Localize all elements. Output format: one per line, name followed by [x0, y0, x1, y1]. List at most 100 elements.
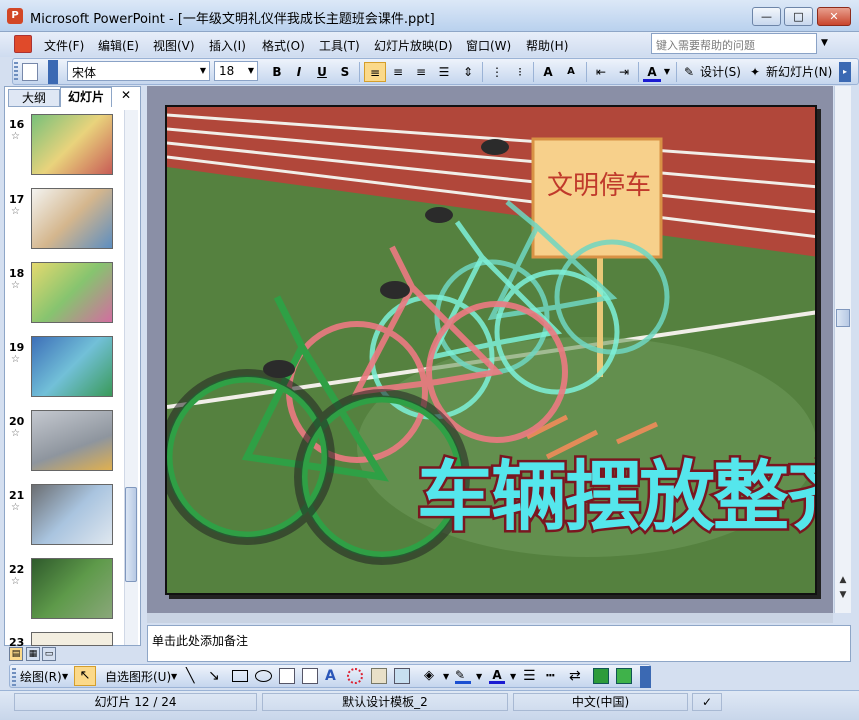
line-style-icon[interactable]: ☰ [523, 668, 539, 684]
menu-file[interactable]: 文件(F) [44, 37, 84, 54]
star-icon: ☆ [11, 502, 20, 513]
chevron-down-icon[interactable]: ▼ [62, 672, 68, 681]
chevron-down-icon[interactable]: ▼ [443, 672, 449, 681]
menu-tools[interactable]: 工具(T) [319, 37, 360, 54]
font-color-icon[interactable]: A [489, 668, 505, 684]
spelling-check-icon[interactable]: ✓ [692, 693, 722, 711]
slide-scrollbar[interactable] [834, 86, 851, 613]
increase-indent-icon[interactable]: ⇥ [614, 62, 634, 82]
oval-icon[interactable] [255, 670, 272, 682]
scrollbar-thumb[interactable] [125, 487, 137, 582]
close-icon[interactable]: ✕ [121, 88, 131, 102]
language-status: 中文(中国) [513, 693, 688, 711]
menu-edit[interactable]: 编辑(E) [98, 37, 139, 54]
insert-picture-icon[interactable] [394, 668, 410, 684]
tab-slides[interactable]: 幻灯片 [60, 87, 112, 107]
line-spacing-button[interactable]: ⇕ [458, 62, 478, 82]
select-pointer-icon[interactable]: ↖ [74, 666, 96, 686]
notes-field[interactable]: 单击此处添加备注 [147, 625, 851, 662]
close-button[interactable]: ✕ [817, 7, 851, 26]
toolbar-grip[interactable] [12, 668, 16, 686]
text-box-icon[interactable] [279, 668, 295, 684]
decrease-indent-icon[interactable]: ⇤ [591, 62, 611, 82]
toolbar-options-icon[interactable] [640, 666, 651, 688]
menu-window[interactable]: 窗口(W) [466, 37, 511, 54]
document-icon[interactable] [14, 35, 32, 53]
previous-slide-icon[interactable]: ▲ [836, 574, 850, 586]
clip-art-icon[interactable] [371, 668, 387, 684]
slide-thumbnail[interactable] [31, 114, 113, 175]
rectangle-icon[interactable] [232, 670, 248, 682]
autoshapes-button[interactable]: 自选图形(U) [105, 668, 171, 685]
chevron-down-icon[interactable]: ▼ [662, 62, 672, 82]
draw-menu-button[interactable]: 绘图(R) [20, 668, 62, 685]
chevron-down-icon[interactable]: ▼ [248, 66, 254, 75]
menu-view[interactable]: 视图(V) [153, 37, 195, 54]
italic-button[interactable]: I [290, 62, 308, 82]
toolbar-grip[interactable] [14, 62, 18, 80]
slide-thumbnail[interactable] [31, 410, 113, 471]
star-icon: ☆ [11, 576, 20, 587]
grow-font-button[interactable]: A [538, 62, 558, 82]
horizontal-scrollbar[interactable] [147, 613, 833, 623]
arrow-icon[interactable]: ↘ [208, 668, 224, 684]
slide-sorter-icon[interactable]: ▦ [26, 647, 40, 661]
vertical-text-box-icon[interactable] [302, 668, 318, 684]
slide-thumbnail[interactable] [31, 262, 113, 323]
shadow-button[interactable]: S [336, 62, 354, 82]
new-slide-button[interactable]: 新幻灯片(N) [766, 62, 836, 82]
distribute-button[interactable]: ☰ [434, 62, 454, 82]
font-color-button[interactable]: A [643, 62, 661, 82]
scrollbar-thumb[interactable] [836, 309, 850, 327]
bullets-icon[interactable]: ⁝ [510, 62, 530, 82]
slideshow-icon[interactable]: ▭ [42, 647, 56, 661]
toolbar-separator [586, 62, 587, 82]
menu-insert[interactable]: 插入(I) [209, 37, 246, 54]
font-size-select[interactable]: 18 ▼ [214, 61, 258, 81]
3d-style-icon[interactable] [616, 668, 632, 684]
toolbar-options-icon[interactable] [48, 60, 58, 84]
slide-thumbnail[interactable] [31, 484, 113, 545]
chevron-down-icon[interactable]: ▼ [476, 672, 482, 681]
align-center-button[interactable]: ≡ [388, 62, 408, 82]
menu-slideshow[interactable]: 幻灯片放映(D) [374, 37, 453, 54]
underline-button[interactable]: U [313, 62, 331, 82]
numbering-icon[interactable]: ⋮ [487, 62, 507, 82]
chevron-down-icon[interactable]: ▼ [817, 33, 832, 54]
shrink-font-button[interactable]: A [561, 62, 581, 82]
slide-thumbnail[interactable] [31, 558, 113, 619]
help-search-input[interactable]: 键入需要帮助的问题 [651, 33, 817, 54]
chevron-down-icon[interactable]: ▼ [200, 66, 206, 75]
next-slide-icon[interactable]: ▼ [836, 589, 850, 601]
arrow-style-icon[interactable]: ⇄ [569, 668, 585, 684]
bold-button[interactable]: B [268, 62, 286, 82]
slide-number: 21 [9, 489, 25, 502]
line-icon[interactable]: ╲ [186, 668, 202, 684]
wordart-icon[interactable]: A [325, 668, 341, 684]
shadow-style-icon[interactable] [593, 668, 609, 684]
tab-outline[interactable]: 大纲 [8, 89, 60, 107]
line-color-icon[interactable]: ✎ [455, 668, 471, 684]
design-button[interactable]: 设计(S) [700, 62, 744, 82]
minimize-button[interactable]: — [752, 7, 781, 26]
align-right-button[interactable]: ≡ [411, 62, 431, 82]
menu-format[interactable]: 格式(O) [262, 37, 305, 54]
new-document-icon[interactable] [22, 63, 38, 81]
dash-style-icon[interactable]: ┅ [546, 668, 562, 684]
fill-color-icon[interactable]: ◈ [424, 668, 440, 684]
slide-thumbnail[interactable] [31, 336, 113, 397]
normal-view-icon[interactable]: ▤ [9, 647, 23, 661]
chevron-down-icon[interactable]: ▼ [171, 672, 177, 681]
slide-number: 16 [9, 118, 25, 131]
font-select[interactable]: 宋体 ▼ [67, 61, 210, 81]
slide-thumbnail[interactable] [31, 188, 113, 249]
current-slide[interactable]: 文明停车 车辆摆放整齐 [165, 105, 817, 595]
align-left-button[interactable]: ≡ [364, 62, 386, 82]
chevron-down-icon[interactable]: ▼ [510, 672, 516, 681]
menu-help[interactable]: 帮助(H) [526, 37, 568, 54]
maximize-button[interactable]: □ [784, 7, 813, 26]
diagram-icon[interactable] [347, 668, 363, 684]
slide-thumbnail[interactable] [31, 632, 113, 646]
toolbar-options-icon[interactable]: ▸ [839, 62, 851, 82]
powerpoint-app-icon[interactable]: P [7, 8, 23, 24]
